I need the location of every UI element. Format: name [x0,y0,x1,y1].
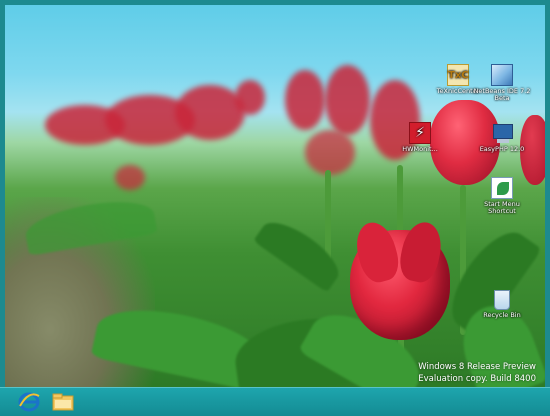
texniccenter-icon: TxC [447,64,469,86]
desktop-icon-netbeans[interactable]: NetBeans IDE 7.2 Beta [472,64,532,102]
netbeans-cube-icon [491,64,513,86]
wallpaper-tulip [235,80,265,115]
desktop-icon-label: HWMonit... [402,145,438,153]
leaf-mark [497,182,509,195]
internet-explorer-button[interactable] [16,390,42,414]
watermark-line-2: Evaluation copy. Build 8400 [418,374,536,384]
monitor-base [497,139,509,143]
desktop-icon-label: Start Menu Shortcut [484,200,520,215]
wallpaper-tulip [325,65,370,135]
desktop-icon-hwmonitor[interactable]: ⚡ HWMonit... [390,122,450,153]
wallpaper-tulip-main [350,218,450,340]
desktop-icon-recycle-bin[interactable]: Recycle Bin [472,290,532,319]
wallpaper-tulip [115,165,145,190]
monitor-shape [493,124,513,139]
build-watermark: Windows 8 Release Preview Evaluation cop… [418,361,536,385]
file-explorer-button[interactable] [50,390,76,414]
wallpaper-stem [397,165,403,235]
wallpaper-tulip [305,130,355,175]
desktop-icon-easyphp[interactable]: EasyPHP 12.0 [472,122,532,153]
wallpaper-leaf [253,212,347,293]
desktop-icon-start-menu[interactable]: Start Menu Shortcut [472,177,532,215]
hwmonitor-icon: ⚡ [409,122,431,144]
desktop-icon-label: Recycle Bin [483,311,521,319]
taskbar [0,387,550,416]
recycle-bin-icon [494,290,510,310]
shortcut-document-icon [491,177,513,199]
tulip-petal [350,218,404,286]
folder-icon [52,393,74,411]
tulip-petal [396,218,446,286]
easyphp-computer-icon [491,122,513,144]
wallpaper-tulip [285,70,325,130]
watermark-line-1: Windows 8 Release Preview [418,362,536,372]
desktop[interactable]: TxC TeXnicCenter NetBeans IDE 7.2 Beta ⚡… [5,5,545,387]
ie-icon [18,392,40,412]
desktop-icon-label: NetBeans IDE 7.2 Beta [473,87,531,102]
desktop-icon-label: EasyPHP 12.0 [479,145,525,153]
